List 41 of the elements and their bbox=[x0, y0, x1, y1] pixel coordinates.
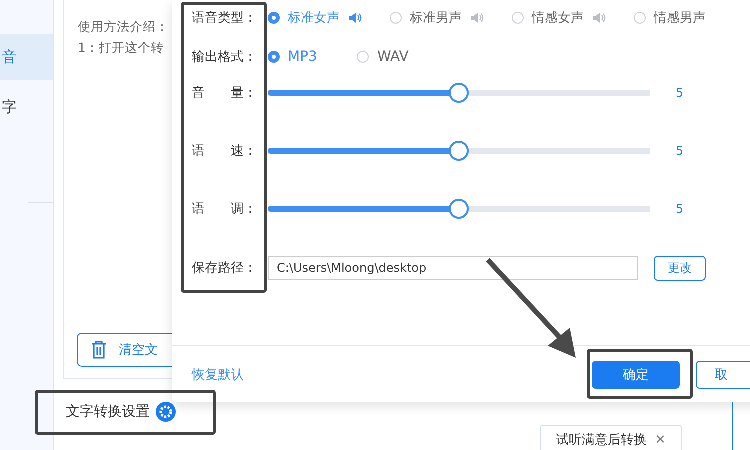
voice-option: 情感女声 bbox=[532, 9, 584, 27]
sidebar-item[interactable]: 音 bbox=[0, 34, 53, 80]
path-field[interactable]: C:\Users\Mloong\desktop bbox=[268, 256, 638, 280]
slider-value: 5 bbox=[676, 202, 684, 216]
settings-link[interactable]: 文字转换设置 bbox=[66, 402, 176, 422]
format-radio[interactable]: WAV bbox=[357, 49, 409, 65]
trash-icon bbox=[91, 341, 107, 359]
intro-text: 使用方法介绍： bbox=[78, 18, 169, 36]
voice-option: 情感男声 bbox=[654, 9, 706, 27]
close-icon[interactable]: ✕ bbox=[655, 432, 666, 448]
cancel-button[interactable]: 取 bbox=[696, 360, 750, 388]
reset-link[interactable]: 恢复默认 bbox=[192, 366, 244, 384]
change-button[interactable]: 更改 bbox=[654, 256, 706, 280]
format-radio[interactable]: MP3 bbox=[268, 49, 318, 65]
voice-radio[interactable]: 情感女声 bbox=[512, 9, 606, 27]
sidebar-item[interactable]: 字 bbox=[0, 84, 53, 130]
tooltip: 试听满意后转换 ✕ bbox=[540, 425, 682, 450]
format-option: MP3 bbox=[288, 49, 318, 65]
voice-radio[interactable]: 标准男声 bbox=[390, 9, 484, 27]
slider-handle[interactable] bbox=[449, 199, 469, 219]
field-label: 语 速： bbox=[192, 143, 258, 160]
slider-handle[interactable] bbox=[449, 83, 469, 103]
voice-option: 标准女声 bbox=[288, 9, 340, 27]
field-label: 语音类型： bbox=[192, 10, 258, 27]
voice-option: 标准男声 bbox=[410, 9, 462, 27]
format-option: WAV bbox=[377, 49, 409, 65]
speaker-icon bbox=[348, 12, 362, 24]
slider-value: 5 bbox=[676, 86, 684, 100]
speaker-icon bbox=[592, 12, 606, 24]
slider-value: 5 bbox=[676, 144, 684, 158]
field-label: 保存路径： bbox=[192, 260, 258, 277]
gear-icon bbox=[156, 402, 176, 422]
intro-text: 1：打开这个转 bbox=[78, 39, 164, 57]
confirm-button[interactable]: 确定 bbox=[592, 360, 680, 388]
field-label: 音 量： bbox=[192, 85, 258, 102]
voice-radio[interactable]: 情感男声 bbox=[634, 9, 706, 27]
voice-radio[interactable]: 标准女声 bbox=[268, 9, 362, 27]
field-label: 语 调： bbox=[192, 201, 258, 218]
slider-handle[interactable] bbox=[449, 141, 469, 161]
field-label: 输出格式： bbox=[192, 49, 258, 66]
speaker-icon bbox=[470, 12, 484, 24]
